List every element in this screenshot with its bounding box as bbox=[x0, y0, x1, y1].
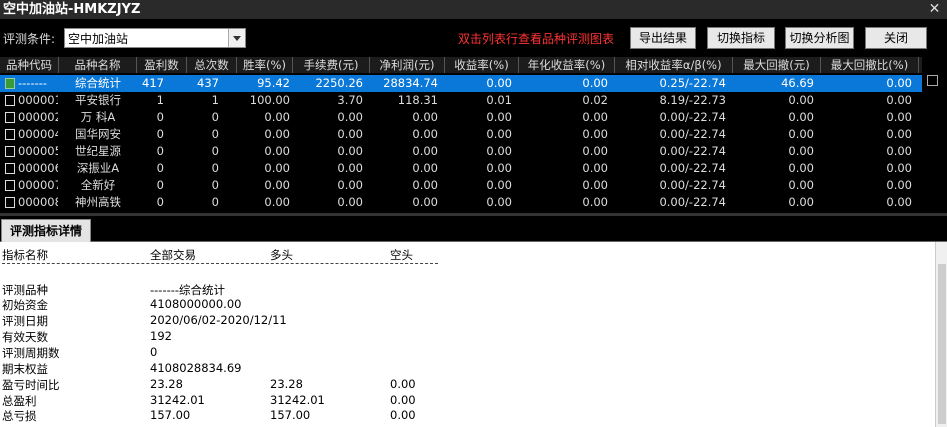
detail-all-value: 192 bbox=[150, 329, 172, 343]
chevron-down-icon[interactable] bbox=[228, 29, 245, 47]
detail-all-value: 4108000000.00 bbox=[150, 297, 242, 311]
detail-metric-name: 总盈利 bbox=[2, 394, 37, 408]
detail-header: 空头 bbox=[390, 248, 413, 262]
tab-detail[interactable]: 评测指标详情 bbox=[1, 219, 91, 242]
detail-all-value: 4108028834.69 bbox=[150, 361, 242, 375]
summary-icon bbox=[5, 78, 15, 89]
condition-select[interactable]: 空中加油站 bbox=[64, 28, 246, 48]
detail-long-value: 31242.01 bbox=[270, 393, 325, 407]
detail-short-value: 0.00 bbox=[390, 408, 416, 422]
detail-all-value: -------综合统计 bbox=[150, 283, 226, 297]
column-header[interactable]: 收益率(%) bbox=[445, 57, 519, 73]
detail-header: 多头 bbox=[270, 248, 293, 262]
detail-metric-name: 盈亏时间比 bbox=[2, 378, 60, 392]
column-header[interactable]: 总次数 bbox=[187, 57, 237, 73]
table-row[interactable]: 000004 国华网安 0 0 0.00 0.00 0.00 0.00 0.00… bbox=[0, 126, 922, 143]
column-header[interactable]: 最大回撤比(%) bbox=[821, 57, 919, 73]
table-row[interactable]: 000008 神州高铁 0 0 0.00 0.00 0.00 0.00 0.00… bbox=[0, 194, 922, 211]
detail-short-value: 0.00 bbox=[390, 393, 416, 407]
close-button[interactable]: 关闭 bbox=[865, 27, 927, 49]
stock-icon bbox=[5, 180, 15, 191]
detail-metric-name: 评测周期数 bbox=[2, 346, 60, 360]
detail-all-value: 157.00 bbox=[150, 408, 191, 422]
column-header[interactable]: 盈利数 bbox=[137, 57, 187, 73]
table-row[interactable]: 000005 世纪星源 0 0 0.00 0.00 0.00 0.00 0.00… bbox=[0, 143, 922, 160]
table-scrollbar[interactable] bbox=[922, 57, 947, 213]
detail-tabs: 评测指标详情 bbox=[0, 216, 947, 242]
condition-value: 空中加油站 bbox=[68, 32, 129, 46]
switch-chart-button[interactable]: 切换分析图 bbox=[785, 27, 854, 49]
detail-long-value: 157.00 bbox=[270, 408, 311, 422]
table-row[interactable]: 000006 深振业A 0 0 0.00 0.00 0.00 0.00 0.00… bbox=[0, 160, 922, 177]
detail-long-value: 23.28 bbox=[270, 377, 303, 391]
table-row[interactable]: 000007 全新好 0 0 0.00 0.00 0.00 0.00 0.00 … bbox=[0, 177, 922, 194]
column-header[interactable]: 手续费(元) bbox=[293, 57, 370, 73]
table-header: 品种代码 品种名称 盈利数 总次数 胜率(%) 手续费(元) 净利润(元) 收益… bbox=[0, 57, 922, 73]
detail-all-value: 0 bbox=[150, 345, 158, 359]
detail-header: 指标名称 bbox=[2, 248, 48, 262]
detail-header: 全部交易 bbox=[150, 248, 196, 262]
toolbar: 评测条件: 空中加油站 双击列表行查看品种评测图表 导出结果 切换指标 切换分析… bbox=[0, 19, 947, 57]
detail-scrollbar[interactable] bbox=[935, 242, 947, 427]
condition-label: 评测条件: bbox=[3, 32, 56, 46]
column-header[interactable]: 胜率(%) bbox=[237, 57, 293, 73]
stock-icon bbox=[5, 129, 15, 140]
column-header[interactable]: 净利润(元) bbox=[370, 57, 445, 73]
table-row[interactable]: 000002 万 科A 0 0 0.00 0.00 0.00 0.00 0.00… bbox=[0, 109, 922, 126]
detail-short-value: 0.00 bbox=[390, 377, 416, 391]
scroll-box-icon[interactable] bbox=[927, 75, 938, 86]
detail-metric-name: 总亏损 bbox=[2, 409, 37, 423]
column-header[interactable]: 最大回撤(元) bbox=[733, 57, 821, 73]
window-title: 空中加油站-HMKZJYZ bbox=[3, 2, 141, 17]
stock-icon bbox=[5, 146, 15, 157]
close-icon[interactable]: ✕ bbox=[926, 1, 943, 17]
detail-panel: 指标名称 全部交易 多头 空头 评测品种 -------综合统计 初始资金 41… bbox=[0, 242, 935, 427]
stock-icon bbox=[5, 163, 15, 174]
results-table: 品种代码 品种名称 盈利数 总次数 胜率(%) 手续费(元) 净利润(元) 收益… bbox=[0, 57, 922, 211]
stock-icon bbox=[5, 112, 15, 123]
hint-text: 双击列表行查看品种评测图表 bbox=[458, 32, 615, 46]
column-header[interactable]: 年化收益率(%) bbox=[519, 57, 615, 73]
table-row[interactable]: ------- 综合统计 417 437 95.42 2250.26 28834… bbox=[0, 75, 922, 92]
detail-divider bbox=[2, 263, 438, 264]
detail-all-value: 31242.01 bbox=[150, 393, 205, 407]
column-header[interactable]: 相对收益率α/β(%) bbox=[615, 57, 733, 73]
detail-metric-name: 评测品种 bbox=[2, 283, 48, 297]
detail-metric-name: 期末权益 bbox=[2, 362, 48, 376]
detail-all-value: 23.28 bbox=[150, 377, 183, 391]
detail-all-value: 2020/06/02-2020/12/11 bbox=[150, 313, 287, 327]
detail-metric-name: 初始资金 bbox=[2, 298, 48, 312]
column-header[interactable]: 品种名称 bbox=[59, 57, 137, 73]
table-row[interactable]: 000001 平安银行 1 1 100.00 3.70 118.31 0.01 … bbox=[0, 92, 922, 109]
export-button[interactable]: 导出结果 bbox=[630, 27, 696, 49]
detail-metric-name: 评测日期 bbox=[2, 314, 48, 328]
title-bar: 空中加油站-HMKZJYZ ✕ bbox=[0, 0, 947, 19]
column-header[interactable]: 品种代码 bbox=[0, 57, 59, 73]
switch-indicator-button[interactable]: 切换指标 bbox=[707, 27, 775, 49]
stock-icon bbox=[5, 197, 15, 208]
detail-scroll-thumb[interactable] bbox=[938, 264, 946, 424]
stock-icon bbox=[5, 95, 15, 106]
detail-metric-name: 有效天数 bbox=[2, 330, 48, 344]
